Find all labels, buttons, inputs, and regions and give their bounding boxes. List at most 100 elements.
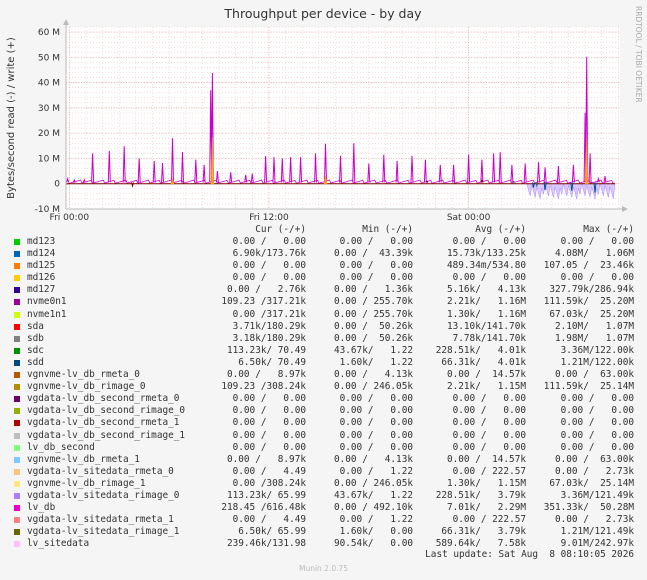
legend-min: 1.60k/ 0.00 [339,526,413,538]
legend-min: 0.00 / 0.00 [339,236,413,247]
legend-name: lv_db_second [27,441,95,453]
legend-cur: 3.71k/180.29k [232,320,306,332]
legend-name: vgdata-lv_sitedata_rimage_1 [27,526,180,538]
legend-cur: 0.00 / 0.00 [232,405,306,417]
legend-name: vgdata-lv_db_second_rimage_0 [27,405,186,417]
legend-avg: 5.16k/ 4.13k [446,284,526,296]
legend-max: 0.00 / 0.00 [560,417,634,429]
legend-avg: 7.78k/141.70k [452,332,526,344]
legend-swatch [14,299,20,306]
legend-cur: 6.50k/ 70.49 [238,356,306,368]
legend-row: vgdata-lv_sitedata_rmeta_1 0.00 / 4.49 0.0… [0,514,647,526]
legend-name: nvme1n1 [27,308,67,320]
legend-name: sdd [27,356,44,368]
x-tick-label: Fri 00:00 [50,213,90,223]
legend-swatch [14,287,20,294]
legend-avg: 0.00 / 0.00 [452,272,526,284]
legend-name: md126 [27,272,56,284]
legend-name: nvme0n1 [27,296,67,308]
legend-max: 67.03k/ 25.14M [549,477,634,489]
legend-avg: 66.31k/ 3.79k [441,526,526,538]
legend-cur: 0.00 /308.24k [232,477,306,489]
legend-cur: 0.00 / 0.00 [232,441,306,453]
legend-min: 0.00 / 0.00 [339,429,413,441]
legend-header-avg: Avg (-/+) [475,224,526,235]
legend-avg: 66.31k/ 4.01k [441,356,526,368]
legend-name: vgnvme-lv_db_rimage_1 [27,477,146,489]
legend-min: 0.00 / 0.00 [339,441,413,453]
legend-row: lv_db 218.45 /616.48k 0.00 / 492.10k 7.01k/… [0,502,647,514]
legend-avg: 228.51k/ 4.01k [435,344,526,356]
legend-name: vgdata-lv_sitedata_rimage_0 [27,489,180,501]
legend-row: md127 0.00 / 2.76k 0.00 / 1.36k 5.16k/ 4.13… [0,284,647,296]
legend-cur: 0.00 / 0.00 [232,260,306,272]
y-tick-label: 40 M [38,79,60,89]
legend-name: lv_sitedata [27,538,90,550]
legend-name: vgdata-lv_db_second_rmeta_1 [27,417,180,429]
legend-min: 0.00 / 1.22 [339,465,413,477]
legend-avg: 0.00 / 0.00 [452,236,526,247]
legend-min: 0.00 / 43.39k [333,248,413,260]
legend-row: md124 6.90k/173.76k 0.00 / 43.39k 15.73k/13… [0,248,647,260]
legend-max: 0.00 / 63.00k [554,453,634,465]
legend-swatch [14,251,20,258]
legend-swatch [14,335,20,342]
legend-min: 0.00 / 1.36k [333,284,413,296]
legend-row: vgdata-lv_db_second_rimage_1 0.00 / 0.00 0… [0,430,647,442]
legend-row: vgnvme-lv_db_rmeta_0 0.00 / 8.97k 0.00 / 4… [0,369,647,381]
legend-min: 1.60k/ 1.22 [339,356,413,368]
y-axis-label: Bytes/second read (-) / write (+) [6,37,17,199]
x-tick-label: Fri 12:00 [249,213,289,223]
legend-cur: 6.50k/ 65.99 [238,526,306,538]
legend-header-max: Max (-/+) [583,224,634,235]
legend-cur: 113.23k/ 65.99 [226,489,306,501]
legend-min: 0.00 / 4.13k [333,369,413,381]
legend-avg: 15.73k/133.25k [446,248,526,260]
legend-name: vgdata-lv_sitedata_rmeta_1 [27,514,174,526]
legend-cur: 0.00 / 0.00 [232,393,306,405]
legend-row: sdc 113.23k/ 70.49 43.67k/ 1.22 228.51k/ 4.… [0,345,647,357]
legend-name: md123 [27,236,56,247]
legend-max: 3.36M/122.00k [560,344,634,356]
legend-max: 0.00 / 2.73k [554,465,634,477]
y-tick-label: 10 M [38,154,60,164]
legend-swatch [14,492,20,499]
legend-swatch [14,359,20,366]
chart-title: Throughput per device - by day [223,6,422,21]
legend-name: sda [27,320,44,332]
legend-cur: 0.00 / 0.00 [232,429,306,441]
legend-avg: 0.00 / 0.00 [452,429,526,441]
x-tick-label: Sat 00:00 [447,213,491,223]
legend-avg: 0.00 / 222.57 [452,514,526,526]
legend-max: 107.05 / 23.46k [543,260,634,272]
legend-max: 0.00 / 63.00k [554,369,634,381]
legend-cur: 0.00 / 2.76k [226,284,306,296]
legend-min: 0.00 / 4.13k [333,453,413,465]
legend-max: 0.00 / 0.00 [560,236,634,247]
legend-swatch [14,420,20,427]
legend-header-min: Min (-/+) [362,224,413,235]
legend-max: 0.00 / 0.00 [560,272,634,284]
legend-avg: 489.34m/534.80 [446,260,526,272]
legend-max: 1.98M/ 1.07M [554,332,634,344]
legend-name: sdc [27,344,44,356]
legend-min: 0.00 / 0.00 [339,417,413,429]
legend-cur: 6.90k/173.76k [232,248,306,260]
legend-max: 4.08M/ 1.06M [554,248,634,260]
legend-cur: 0.00 / 4.49 [232,465,306,477]
legend-avg: 7.01k/ 2.29M [446,502,526,514]
legend-swatch [14,384,20,391]
legend-cur: 3.18k/180.29k [232,332,306,344]
legend-cur: 0.00 / 8.97k [226,453,306,465]
legend: Cur (-/+) Min (-/+) Avg (-/+) Max (-/+) … [0,224,647,560]
legend-min: 0.00 / 50.26k [333,320,413,332]
legend-cur: 239.46k/131.98 [226,538,306,550]
legend-name: md127 [27,284,56,296]
legend-avg: 0.00 / 0.00 [452,441,526,453]
legend-cur: 0.00 / 0.00 [232,417,306,429]
legend-avg: 13.10k/141.70k [446,320,526,332]
legend-max: 3.36M/121.49k [560,489,634,501]
legend-row: sda 3.71k/180.29k 0.00 / 50.26k 13.10k/141.… [0,321,647,333]
legend-swatch [14,529,20,536]
legend-name: vgdata-lv_db_second_rimage_1 [27,429,186,441]
